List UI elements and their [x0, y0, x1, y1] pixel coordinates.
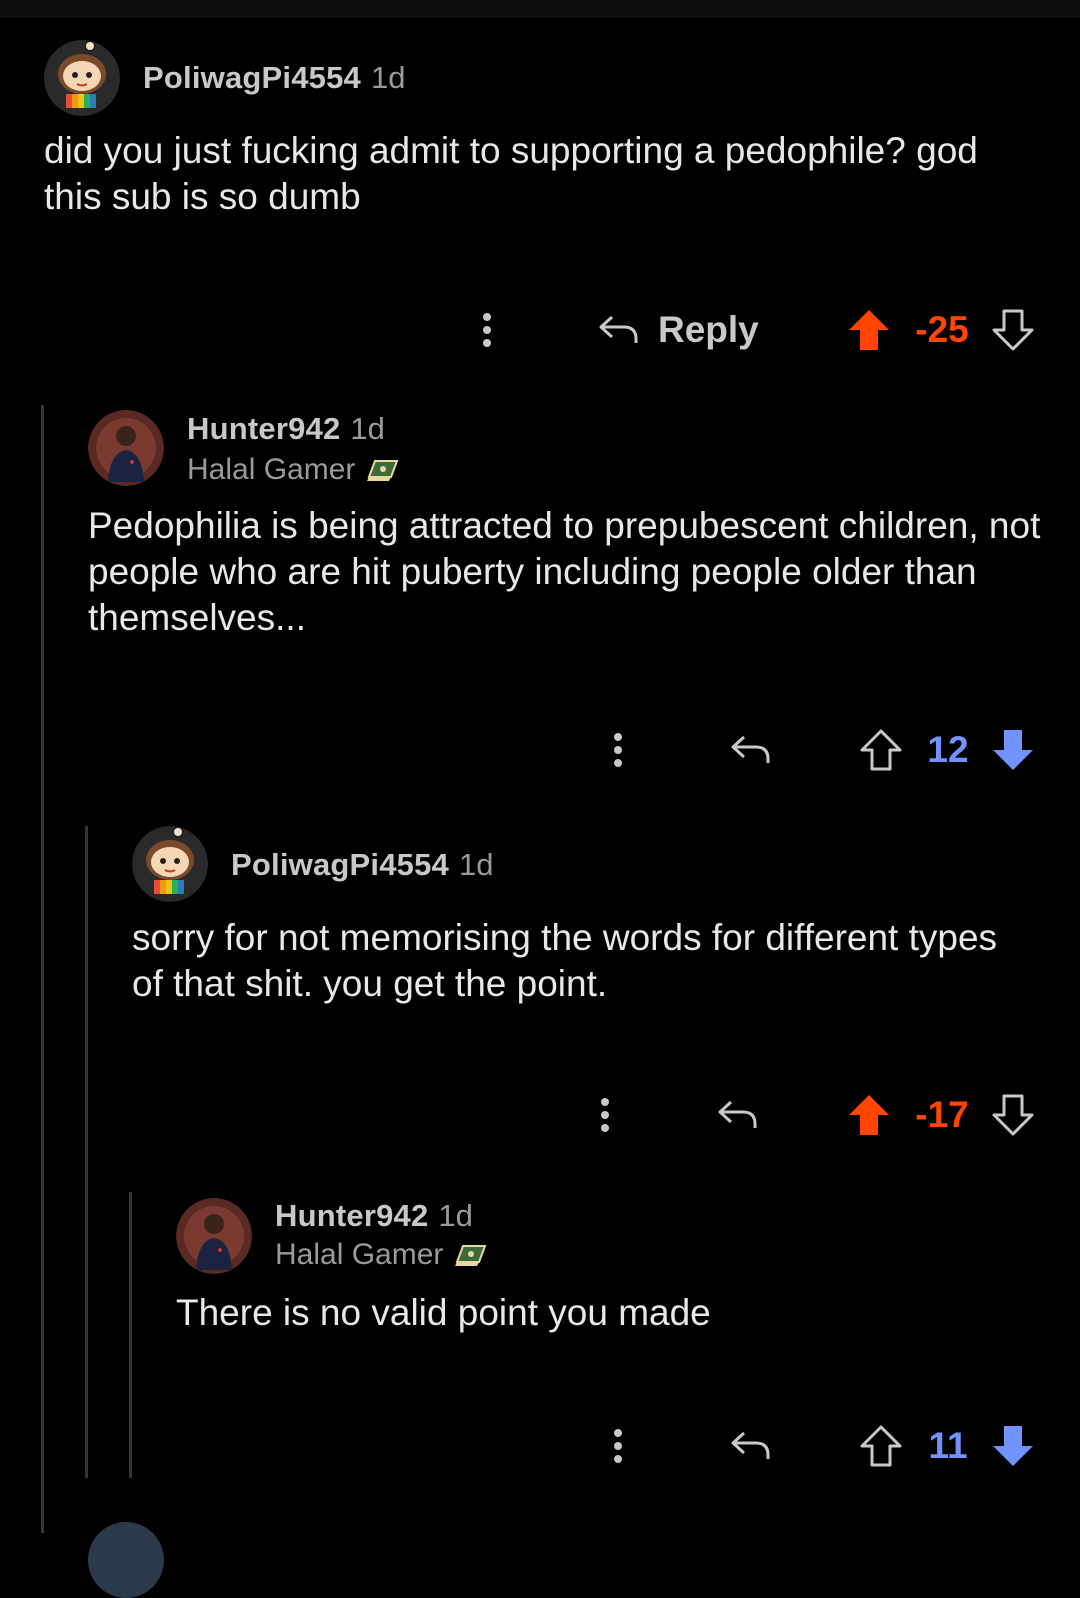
comment-body: did you just fucking admit to supporting… [44, 130, 978, 217]
user-flair: Halal Gamer [275, 1235, 487, 1275]
comment-actions: 12 [0, 720, 1080, 780]
more-vertical-icon [614, 733, 622, 767]
comment-actions: -17 [0, 1085, 1080, 1145]
upvote-button[interactable] [858, 720, 904, 780]
vote-score: -17 [915, 1094, 969, 1135]
more-vertical-icon [601, 1098, 609, 1132]
upvote-outline-icon [860, 1425, 902, 1467]
user-flair: Halal Gamer [187, 450, 399, 490]
reply-icon [599, 315, 638, 343]
reply-icon [718, 1100, 757, 1128]
downvote-button[interactable] [990, 1416, 1036, 1476]
reply-label: Reply [658, 309, 759, 350]
comment-actions: 11 [0, 1416, 1080, 1476]
downvote-button[interactable] [990, 300, 1036, 360]
reply-icon [731, 1431, 770, 1459]
upvote-button[interactable] [846, 300, 892, 360]
upvote-button[interactable] [858, 1416, 904, 1476]
comment-header: Hunter942 1d [275, 1196, 473, 1236]
username[interactable]: Hunter942 [275, 1198, 428, 1234]
vote-score: 11 [928, 1425, 968, 1466]
vote-score: -25 [915, 309, 969, 350]
more-vertical-icon [614, 1429, 622, 1463]
downvote-button[interactable] [990, 720, 1036, 780]
downvote-outline-icon [992, 1094, 1034, 1136]
comment-body: Pedophilia is being attracted to prepube… [88, 505, 1041, 638]
comment-header: Hunter942 1d [187, 409, 385, 449]
snoo-avatar-icon[interactable] [44, 40, 120, 116]
comment-age: 1d [350, 411, 385, 446]
upvote-button[interactable] [846, 1085, 892, 1145]
reply-button[interactable] [728, 1416, 774, 1476]
upvote-filled-icon [849, 1095, 889, 1135]
comment: Hunter942 1d Halal Gamer Pedophilia is b… [0, 400, 1080, 800]
username[interactable]: PoliwagPi4554 [143, 60, 361, 96]
downvote-filled-icon [993, 1426, 1033, 1466]
comment-age: 1d [438, 1198, 473, 1233]
more-options-button[interactable] [598, 1416, 638, 1476]
comment-body: There is no valid point you made [176, 1292, 711, 1333]
reply-icon [731, 735, 770, 763]
upvote-outline-icon [860, 729, 902, 771]
comment-body: sorry for not memorising the words for d… [132, 917, 998, 1004]
photo-avatar-icon[interactable] [176, 1198, 252, 1274]
photo-avatar-icon[interactable] [88, 410, 164, 486]
comment-header: PoliwagPi4554 1d [231, 845, 493, 885]
next-comment-avatar[interactable] [88, 1522, 164, 1598]
reply-button[interactable]: Reply [598, 300, 773, 360]
comment-header: PoliwagPi4554 1d [143, 58, 405, 98]
comment-age: 1d [370, 60, 406, 95]
comment-actions: Reply -25 [0, 300, 1080, 360]
book-icon [455, 1245, 487, 1266]
downvote-outline-icon [992, 309, 1034, 351]
flair-text: Halal Gamer [275, 1238, 444, 1271]
more-options-button[interactable] [598, 720, 638, 780]
reply-button[interactable] [728, 720, 774, 780]
flair-text: Halal Gamer [187, 453, 356, 486]
more-vertical-icon [483, 313, 491, 347]
username[interactable]: PoliwagPi4554 [231, 847, 449, 883]
username[interactable]: Hunter942 [187, 411, 340, 447]
book-icon [367, 460, 399, 481]
reply-button[interactable] [715, 1085, 761, 1145]
comment-age: 1d [458, 847, 494, 882]
vote-score: 12 [927, 729, 969, 770]
upvote-filled-icon [849, 310, 889, 350]
downvote-filled-icon [993, 730, 1033, 770]
more-options-button[interactable] [585, 1085, 625, 1145]
comment: PoliwagPi4554 1d sorry for not memorisin… [0, 800, 1080, 1180]
downvote-button[interactable] [990, 1085, 1036, 1145]
comment: PoliwagPi4554 1d did you just fucking ad… [0, 0, 1080, 400]
comment: Hunter942 1d Halal Gamer There is no val… [0, 1180, 1080, 1490]
snoo-avatar-icon[interactable] [132, 826, 208, 902]
more-options-button[interactable] [467, 300, 507, 360]
